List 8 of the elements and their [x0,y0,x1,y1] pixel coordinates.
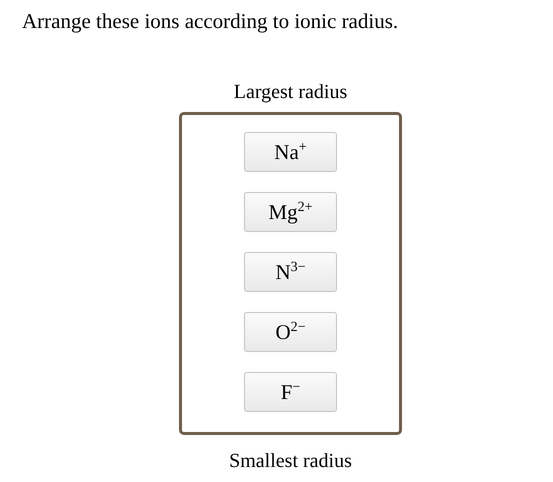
ion-tile[interactable]: Mg$^{2+}$ [244,192,337,232]
ion-tile[interactable]: Na$^{+}$ [244,132,337,172]
ion-tile[interactable]: F$^{−}$ [244,372,337,412]
question-text: Arrange these ions according to ionic radius. [21,8,400,34]
ion-tile[interactable]: N$^{3−}$ [244,252,337,292]
ion-tile[interactable]: O$^{2−}$ [244,312,337,352]
largest-radius-label: Largest radius [234,80,348,104]
smallest-radius-label: Smallest radius [229,449,352,473]
